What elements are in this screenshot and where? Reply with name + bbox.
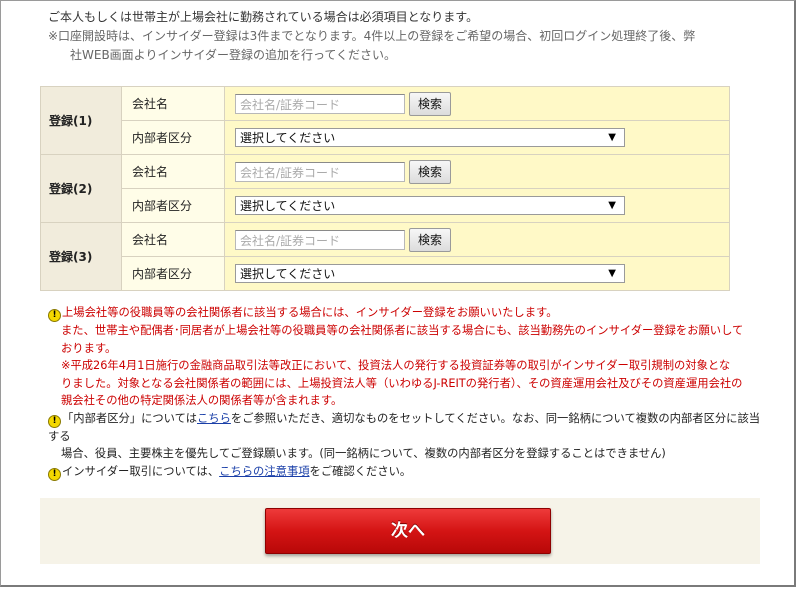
note1-line2: また、世帯主や配偶者･同居者が上場会社等の役職員等の会社関係者に該当する場合にも…: [61, 324, 744, 337]
company-name-label: 会社名: [121, 222, 225, 257]
note1-line5: りました。対象となる会社関係者の範囲には、上場投資法人等（いわゆるJ-REITの…: [61, 376, 743, 390]
note2-pre: 「内部者区分」については: [62, 411, 197, 425]
select-value: 選択してください: [240, 131, 336, 145]
insider-category-label: 内部者区分: [121, 256, 225, 291]
registration-2-category-row: 内部者区分 選択してください ▼: [41, 188, 730, 223]
note1-line4: ※平成26年4月1日施行の金融商品取引法等改正において、投資法人の発行する投資証…: [61, 359, 731, 372]
exclamation-circle-icon: !: [48, 467, 61, 481]
insider-category-select-2[interactable]: 選択してください ▼: [235, 196, 625, 215]
note2-line2: 場合、役員、主要株主を優先してご登録願います。(同一銘柄について、複数の内部者区…: [61, 447, 666, 460]
triangle-down-icon: ▼: [608, 268, 616, 279]
intro-required-text: ご本人もしくは世帯主が上場会社に勤務されている場合は必須項目となります。: [48, 10, 479, 24]
category-field-cell: 選択してください ▼: [224, 120, 730, 155]
company-field-cell: 会社名/証券コード 検索: [224, 86, 730, 121]
exclamation-circle-icon: !: [48, 414, 61, 428]
registration-2-label: 登録(2): [40, 154, 122, 223]
search-button-1[interactable]: 検索: [409, 91, 452, 116]
intro-note-line1: ※口座開設時は、インサイダー登録は3件までとなります。4件以上の登録をご希望の場…: [48, 29, 696, 43]
registration-3-category-row: 内部者区分 選択してください ▼: [41, 256, 730, 291]
triangle-down-icon: ▼: [608, 200, 616, 211]
company-search-input-3[interactable]: 会社名/証券コード: [235, 229, 405, 250]
company-name-label: 会社名: [121, 86, 225, 121]
registration-2-company-row: 登録(2) 会社名 会社名/証券コード 検索: [40, 154, 730, 223]
footer-bar: 次へ: [40, 498, 760, 564]
company-search-input-1[interactable]: 会社名/証券コード: [235, 93, 405, 114]
registration-1-category-row: 内部者区分 選択してください ▼: [41, 120, 730, 155]
note1-line3: おります。: [61, 341, 117, 355]
insider-category-label: 内部者区分: [121, 120, 225, 155]
note3-post: をご確認ください。: [309, 464, 412, 478]
insider-category-select-3[interactable]: 選択してください ▼: [235, 264, 625, 283]
insider-category-label: 内部者区分: [121, 188, 225, 223]
registration-3-company-row: 登録(3) 会社名 会社名/証券コード 検索: [40, 222, 730, 291]
registration-1-company-row: 登録(1) 会社名 会社名/証券コード 検索: [40, 86, 730, 155]
insider-category-select-1[interactable]: 選択してください ▼: [235, 128, 625, 147]
notes-section: ! 上場会社等の役職員等の会社関係者に該当する場合には、インサイダー登録をお願いい…: [48, 304, 764, 481]
note3-pre: インサイダー取引については、: [62, 464, 220, 478]
insider-caution-link[interactable]: こちらの注意事項: [219, 465, 309, 478]
triangle-down-icon: ▼: [608, 132, 616, 143]
select-value: 選択してください: [240, 199, 336, 213]
intro-note: ※口座開設時は、インサイダー登録は3件までとなります。4件以上の登録をご希望の場…: [48, 27, 768, 65]
insider-note-1: ! 上場会社等の役職員等の会社関係者に該当する場合には、インサイダー登録をお願いい…: [48, 304, 764, 410]
category-field-cell: 選択してください ▼: [224, 256, 730, 291]
note1-line6: 親会社その他の特定関係法人の関係者等が含まれます。: [61, 394, 343, 407]
intro-note-line2: 社WEB画面よりインサイダー登録の追加を行ってください。: [70, 48, 397, 62]
category-field-cell: 選択してください ▼: [224, 188, 730, 223]
search-button-2[interactable]: 検索: [409, 159, 452, 184]
company-field-cell: 会社名/証券コード 検索: [224, 154, 730, 189]
intro-section: ご本人もしくは世帯主が上場会社に勤務されている場合は必須項目となります。 ※口座…: [48, 8, 768, 65]
registration-3-label: 登録(3): [40, 222, 122, 291]
company-field-cell: 会社名/証券コード 検索: [224, 222, 730, 257]
insider-note-3: ! インサイダー取引については、こちらの注意事項をご確認ください。: [48, 463, 764, 481]
select-value: 選択してください: [240, 267, 336, 281]
search-button-3[interactable]: 検索: [409, 227, 452, 252]
category-help-link[interactable]: こちら: [197, 412, 231, 425]
insider-note-2: ! 「内部者区分」についてはこちらをご参照いただき、適切なものをセットしてください…: [48, 410, 764, 463]
company-name-label: 会社名: [121, 154, 225, 189]
company-search-input-2[interactable]: 会社名/証券コード: [235, 161, 405, 182]
insider-registration-table: 登録(1) 会社名 会社名/証券コード 検索 内部者区分 選択してください ▼ 登録…: [40, 86, 730, 291]
note1-line1: 上場会社等の役職員等の会社関係者に該当する場合には、インサイダー登録をお願いいた…: [62, 306, 558, 319]
exclamation-circle-icon: !: [48, 309, 61, 322]
registration-1-label: 登録(1): [40, 86, 122, 155]
next-button[interactable]: 次へ: [265, 508, 551, 554]
